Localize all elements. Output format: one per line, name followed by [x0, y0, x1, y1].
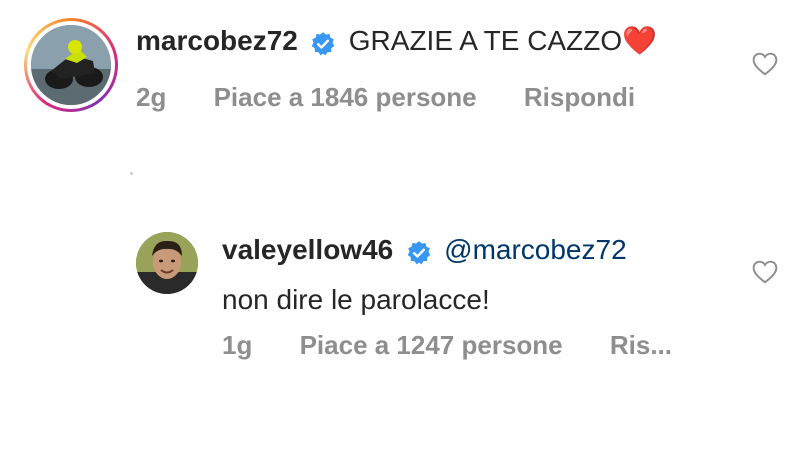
reply-button[interactable]: Ris... — [610, 330, 672, 360]
comment-meta: 1g Piace a 1247 persone Ris... — [222, 330, 712, 361]
person-avatar-image — [136, 232, 198, 294]
story-ring[interactable] — [24, 18, 118, 112]
avatar[interactable] — [27, 21, 115, 109]
red-heart-emoji: ❤️ — [622, 25, 657, 56]
motorcycle-avatar-image — [31, 25, 111, 105]
like-count[interactable]: Piace a 1846 persone — [214, 82, 477, 112]
comment-time: 1g — [222, 330, 253, 360]
comment-time: 2g — [136, 82, 167, 112]
username[interactable]: marcobez72 — [136, 25, 298, 56]
username[interactable]: valeyellow46 — [222, 234, 393, 265]
comment-valeyellow46: valeyellow46 @marcobez72 non dire le par… — [0, 220, 800, 380]
verified-badge-icon — [312, 31, 335, 56]
divider-dot — [130, 172, 133, 175]
comment-text: GRAZIE A TE CAZZO — [348, 25, 623, 56]
reply-button[interactable]: Rispondi — [524, 82, 635, 112]
comment-text: non dire le parolacce! — [222, 284, 490, 315]
like-heart-icon[interactable] — [752, 52, 778, 76]
like-count[interactable]: Piace a 1247 persone — [300, 330, 563, 360]
verified-badge-icon — [407, 240, 430, 265]
like-heart-icon[interactable] — [752, 260, 778, 284]
avatar[interactable] — [136, 232, 198, 294]
mention-link[interactable]: @marcobez72 — [444, 234, 627, 265]
comment-marcobez72: marcobez72 GRAZIE A TE CAZZO❤️ 2g Piace … — [0, 0, 800, 150]
comment-meta: 2g Piace a 1846 persone Rispondi — [136, 82, 675, 113]
